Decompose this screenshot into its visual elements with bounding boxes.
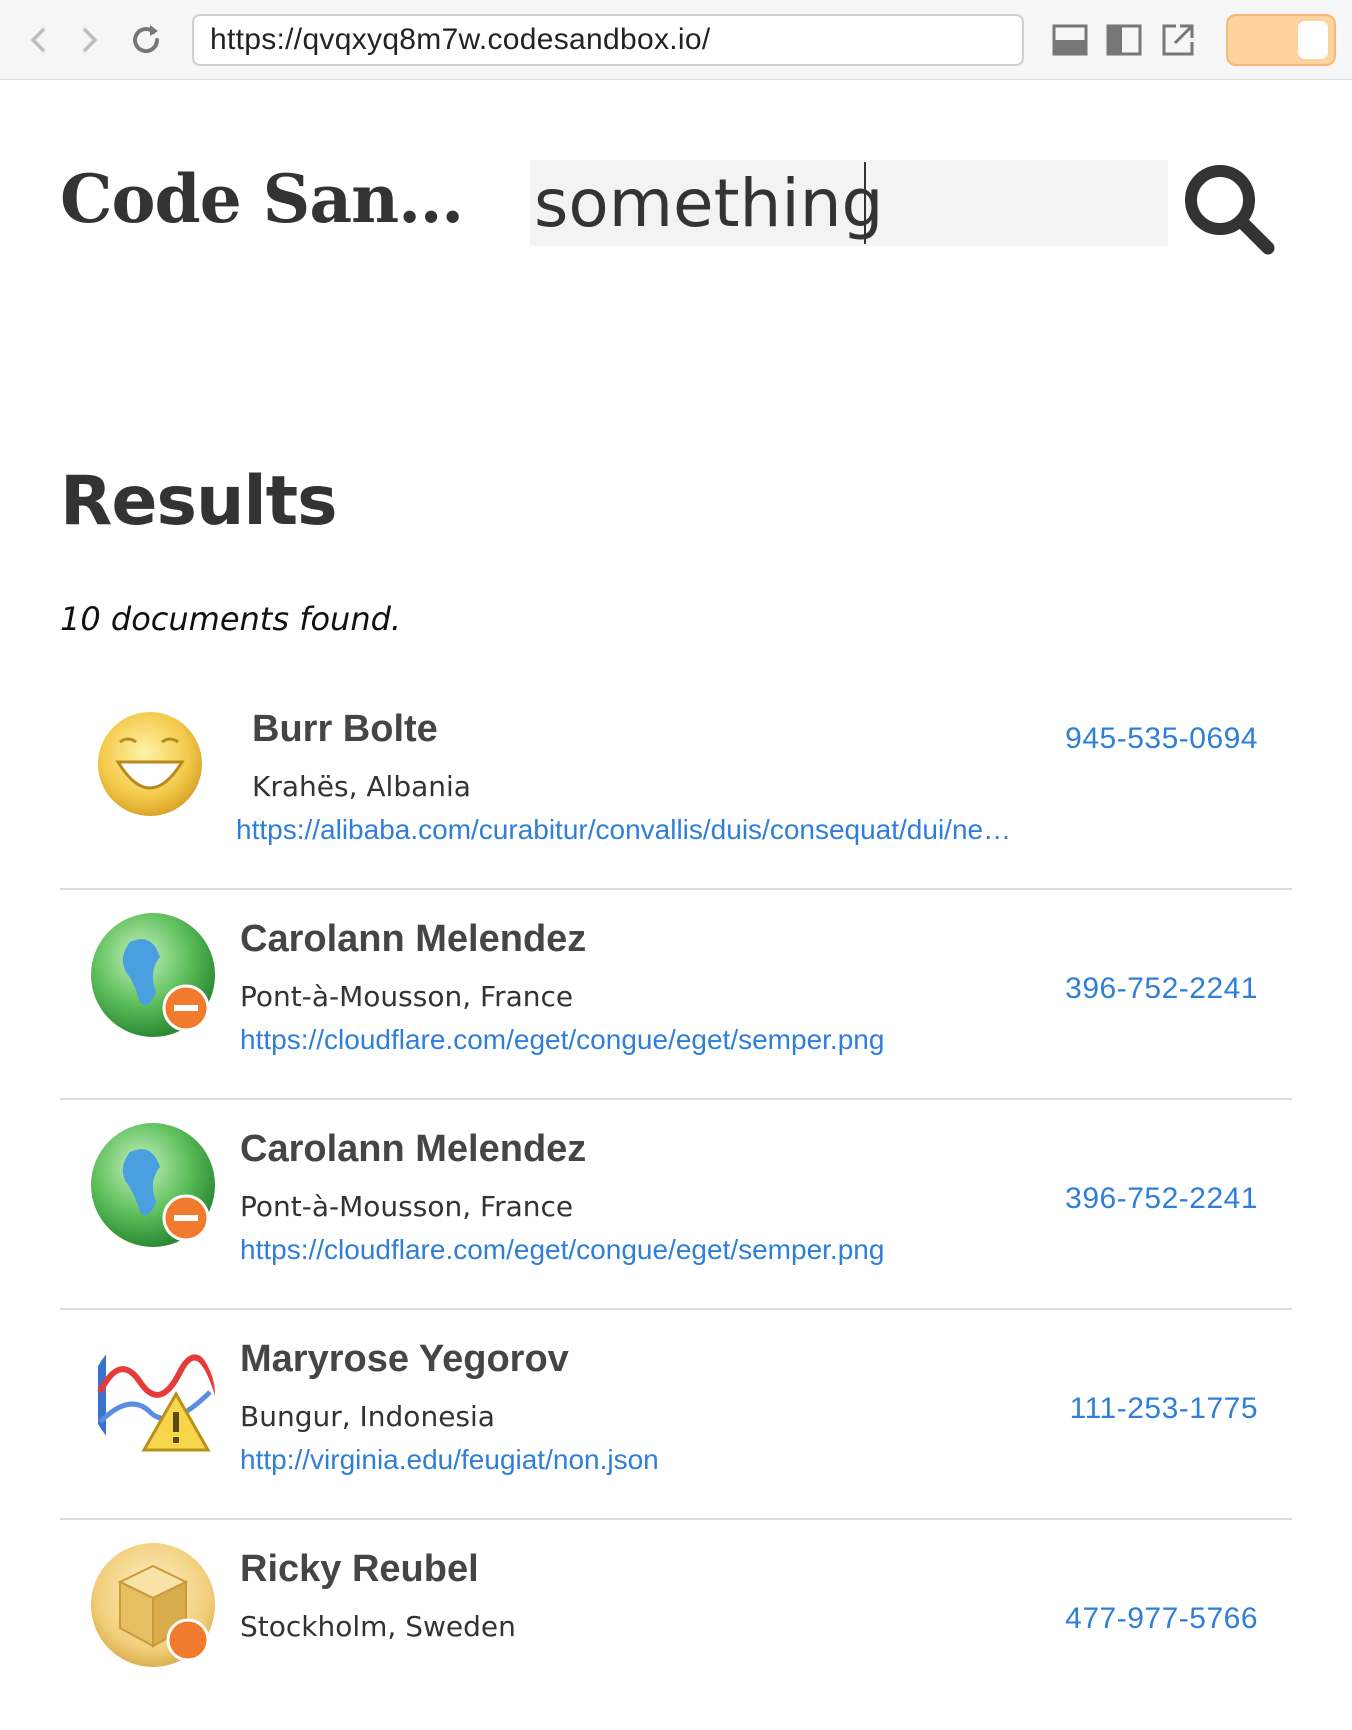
result-location: Bungur, Indonesia: [240, 1400, 495, 1433]
result-location: Pont-à-Mousson, France: [240, 980, 574, 1013]
open-external-button[interactable]: [1158, 20, 1198, 60]
box-remove-icon: [91, 1543, 215, 1667]
avatar: [90, 912, 220, 1042]
result-url[interactable]: https://cloudflare.com/eget/congue/eget/…: [240, 1234, 1060, 1266]
globe-remove-icon: [91, 913, 215, 1037]
search-button[interactable]: [1180, 160, 1280, 260]
toggle-knob: [1298, 21, 1328, 59]
result-phone[interactable]: 396-752-2241: [1065, 972, 1258, 1006]
result-name: Maryrose Yegorov: [240, 1338, 569, 1380]
text-cursor: [864, 162, 866, 244]
panel-bottom-icon: [1052, 24, 1088, 56]
avatar: [90, 702, 220, 832]
result-row: Carolann Melendez Pont-à-Mousson, France…: [60, 890, 1292, 1100]
avatar: [90, 1332, 220, 1462]
result-list: Burr Bolte Krahës, Albania https://aliba…: [60, 680, 1292, 1730]
panel-bottom-button[interactable]: [1050, 20, 1090, 60]
result-row: Maryrose Yegorov Bungur, Indonesia http:…: [60, 1310, 1292, 1520]
results-heading: Results: [60, 462, 338, 541]
result-row: Ricky Reubel Stockholm, Sweden 477-977-5…: [60, 1520, 1292, 1730]
reload-icon: [133, 25, 160, 54]
globe-remove-icon: [91, 1123, 215, 1247]
avatar: [90, 1542, 220, 1672]
result-name: Burr Bolte: [252, 708, 438, 750]
brand-title: Code San…: [60, 160, 464, 238]
result-phone[interactable]: 945-535-0694: [1065, 722, 1258, 756]
result-location: Stockholm, Sweden: [240, 1610, 516, 1643]
search-icon: [1185, 165, 1275, 255]
result-url[interactable]: https://cloudflare.com/eget/congue/eget/…: [240, 1024, 1060, 1056]
result-url[interactable]: https://alibaba.com/curabitur/convallis/…: [236, 814, 1056, 846]
forward-button[interactable]: [70, 20, 110, 60]
result-row: Carolann Melendez Pont-à-Mousson, France…: [60, 1100, 1292, 1310]
browser-toolbar: https://qvqxyq8m7w.codesandbox.io/: [0, 0, 1352, 80]
results-count: 10 documents found.: [60, 600, 402, 638]
result-phone[interactable]: 396-752-2241: [1065, 1182, 1258, 1216]
result-url[interactable]: http://virginia.edu/feugiat/non.json: [240, 1444, 1060, 1476]
toolbar-toggle[interactable]: [1226, 14, 1336, 66]
chevron-left-icon: [31, 28, 45, 52]
panel-side-icon: [1106, 24, 1142, 56]
result-name: Ricky Reubel: [240, 1548, 479, 1590]
back-button[interactable]: [18, 20, 58, 60]
external-link-icon: [1162, 24, 1194, 56]
chevron-right-icon: [83, 28, 97, 52]
smiley-icon: [98, 712, 202, 816]
result-phone[interactable]: 111-253-1775: [1070, 1392, 1258, 1426]
result-row: Burr Bolte Krahës, Albania https://aliba…: [60, 680, 1292, 890]
avatar: [90, 1122, 220, 1252]
search-input[interactable]: [530, 160, 1168, 246]
result-name: Carolann Melendez: [240, 918, 587, 960]
url-bar[interactable]: https://qvqxyq8m7w.codesandbox.io/: [192, 14, 1024, 66]
reload-button[interactable]: [126, 20, 166, 60]
result-location: Pont-à-Mousson, France: [240, 1190, 574, 1223]
result-name: Carolann Melendez: [240, 1128, 587, 1170]
chart-warning-icon: [91, 1333, 215, 1457]
panel-side-button[interactable]: [1104, 20, 1144, 60]
result-phone[interactable]: 477-977-5766: [1065, 1602, 1258, 1636]
result-location: Krahës, Albania: [252, 770, 471, 803]
